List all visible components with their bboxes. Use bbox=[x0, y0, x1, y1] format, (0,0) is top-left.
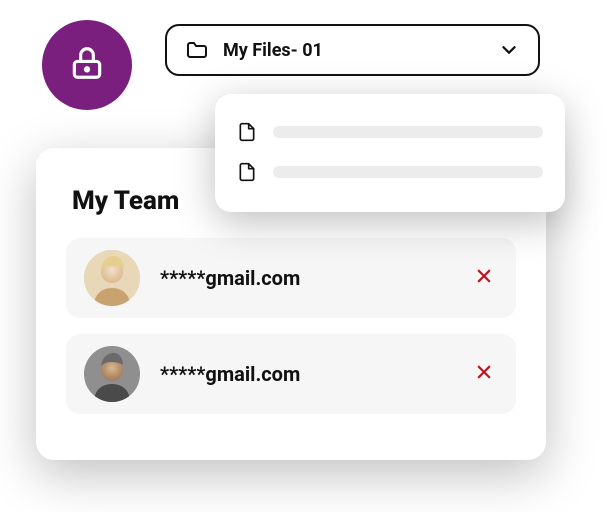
folder-select[interactable]: My Files- 01 bbox=[165, 24, 540, 76]
member-email: *****gmail.com bbox=[160, 266, 450, 290]
file-name-placeholder bbox=[273, 126, 543, 138]
dropdown-item[interactable] bbox=[237, 112, 543, 152]
remove-member-button[interactable] bbox=[470, 264, 498, 292]
avatar bbox=[84, 346, 140, 402]
document-icon bbox=[237, 120, 257, 144]
team-member-row: *****gmail.com bbox=[66, 238, 516, 318]
lock-icon bbox=[68, 44, 106, 86]
folder-dropdown-panel bbox=[215, 94, 565, 212]
folder-icon bbox=[185, 38, 209, 62]
file-name-placeholder bbox=[273, 166, 543, 178]
avatar bbox=[84, 250, 140, 306]
close-icon bbox=[475, 267, 493, 289]
member-email: *****gmail.com bbox=[160, 362, 450, 386]
remove-member-button[interactable] bbox=[470, 360, 498, 388]
dropdown-item[interactable] bbox=[237, 152, 543, 192]
lock-badge bbox=[42, 20, 132, 110]
chevron-down-icon bbox=[498, 39, 520, 61]
close-icon bbox=[475, 363, 493, 385]
team-member-row: *****gmail.com bbox=[66, 334, 516, 414]
document-icon bbox=[237, 160, 257, 184]
folder-select-label: My Files- 01 bbox=[223, 40, 498, 61]
